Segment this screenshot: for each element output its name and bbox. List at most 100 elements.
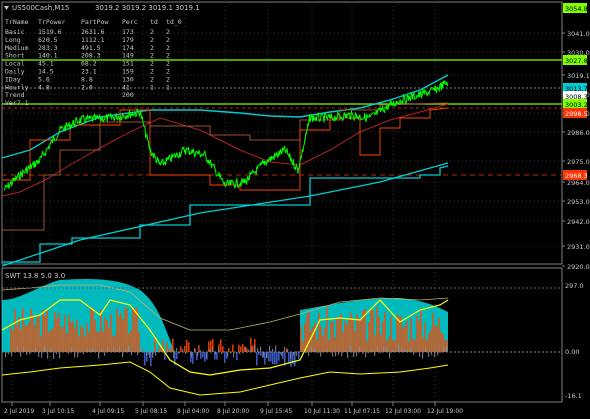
signal-bar [119, 346, 121, 352]
histogram-bar [88, 331, 90, 352]
time-tick-label: 12 Jul 19:00 [427, 408, 463, 415]
histogram-bar [200, 352, 202, 359]
price-badge-label: 3027.8 [565, 57, 588, 65]
signal-bar [416, 352, 418, 353]
table-cell: 68.2 [81, 60, 97, 68]
price-tick-label: 2942.0 [567, 218, 590, 226]
table-cell: 2 [150, 60, 154, 68]
signal-bar [296, 352, 298, 356]
time-tick-label: 8 Jul 04:00 [177, 408, 209, 415]
histogram-bar [444, 340, 446, 352]
histogram-bar [272, 352, 274, 365]
histogram-bar [294, 352, 296, 367]
histogram-bar [432, 312, 434, 352]
histogram-bar [132, 309, 134, 352]
signal-bar [59, 352, 61, 359]
table-cell: 2 [166, 52, 170, 60]
histogram-bar [268, 352, 270, 362]
signal-bar [269, 345, 271, 352]
histogram-bar [340, 313, 342, 352]
signal-bar [11, 352, 13, 357]
histogram-bar [122, 319, 124, 352]
table-cell: 2 [166, 68, 170, 76]
time-tick-label: 5 Jul 08:15 [135, 408, 167, 415]
histogram-bar [252, 345, 254, 352]
histogram-bar [22, 308, 24, 352]
signal-bar [257, 348, 259, 352]
histogram-bar [332, 321, 334, 352]
table-cell: 208.3 [81, 52, 101, 60]
histogram-bar [150, 352, 152, 367]
histogram-bar [428, 333, 430, 352]
price-badge-label: 3054.8 [565, 5, 588, 13]
signal-bar [146, 352, 148, 356]
signal-bar [251, 346, 253, 352]
signal-bar [206, 352, 208, 359]
histogram-bar [316, 339, 318, 352]
table-cell: 2.0 [81, 83, 93, 91]
histogram-bar [36, 317, 38, 352]
histogram-bar [204, 352, 206, 362]
histogram-bar [116, 308, 118, 352]
histogram-bar [424, 322, 426, 352]
histogram-bar [260, 352, 262, 356]
table-cell: 2 [150, 75, 154, 83]
histogram-bar [416, 315, 418, 352]
signal-bar [350, 345, 352, 352]
histogram-bar [76, 320, 78, 352]
histogram-bar [300, 326, 302, 352]
table-header: Perc [122, 18, 138, 26]
histogram-bar [246, 348, 248, 352]
histogram-bar [82, 327, 84, 352]
table-header: PartPow [81, 18, 108, 26]
histogram-bar [64, 315, 66, 352]
histogram-bar [172, 338, 174, 352]
histogram-bar [232, 344, 234, 352]
histogram-bar [192, 352, 194, 364]
price-tick-label: 2975.0 [567, 158, 590, 166]
histogram-bar [414, 339, 416, 352]
table-cell: 130 [122, 75, 134, 83]
time-tick-label: 11 Jul 07:15 [344, 408, 380, 415]
histogram-bar [430, 329, 432, 352]
table-cell: 41 [122, 83, 130, 91]
signal-bar [224, 351, 226, 352]
histogram-bar [62, 327, 64, 352]
signal-bar [56, 352, 58, 355]
table-cell: 2 [166, 60, 170, 68]
table-cell: 2 [150, 44, 154, 52]
signal-bar [425, 347, 427, 352]
histogram-bar [20, 329, 22, 352]
signal-bar [353, 352, 355, 357]
histogram-bar [52, 327, 54, 352]
signal-bar [374, 352, 376, 357]
price-badge-label: 2998.5 [565, 110, 588, 118]
histogram-bar [30, 308, 32, 352]
signal-bar [104, 352, 106, 357]
oscillator-title: SWT 13.8 5.0 3.0 [5, 272, 65, 280]
signal-bar [359, 346, 361, 352]
signal-bar [128, 345, 130, 352]
histogram-bar [202, 352, 204, 358]
table-cell: 2 [150, 52, 154, 60]
table-cell: 151 [122, 60, 134, 68]
table-cell: 14.5 [38, 68, 54, 76]
table-cell: 173 [122, 28, 134, 36]
table-cell: 1519.6 [38, 28, 62, 36]
histogram-bar [100, 310, 102, 352]
histogram-bar [328, 339, 330, 352]
histogram-bar [298, 352, 300, 360]
signal-bar [233, 352, 235, 358]
histogram-bar [80, 325, 82, 352]
signal-bar [236, 352, 238, 354]
histogram-bar [240, 346, 242, 352]
table-cell: Short [5, 52, 25, 60]
signal-bar [74, 352, 76, 358]
signal-bar [341, 352, 343, 357]
signal-bar [389, 352, 391, 359]
histogram-bar [372, 309, 374, 352]
histogram-bar [408, 340, 410, 352]
trading-chart[interactable]: 3041.03030.03019.13008.02997.02986.02975… [0, 0, 590, 419]
histogram-bar [102, 331, 104, 352]
signal-bar [272, 348, 274, 352]
